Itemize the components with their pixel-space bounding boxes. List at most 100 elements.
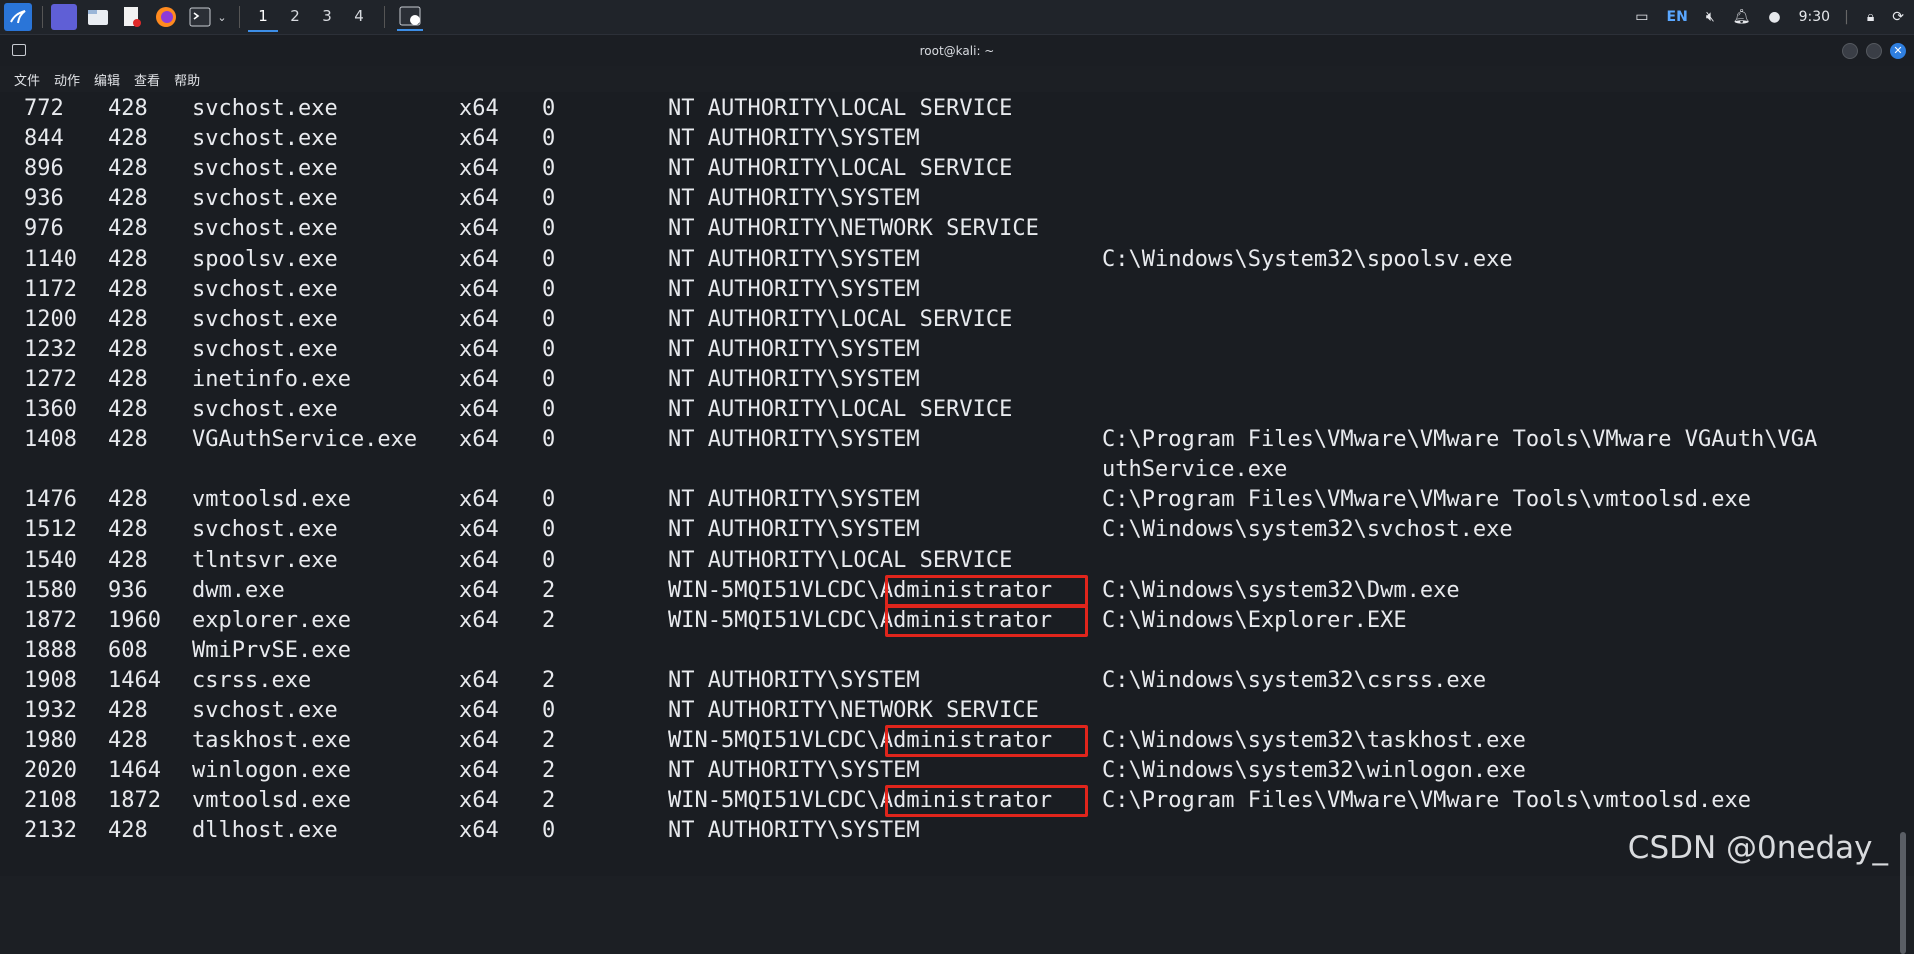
ppid: 428	[108, 517, 148, 543]
user: NT AUTHORITY\SYSTEM	[668, 366, 920, 392]
chevron-down-icon[interactable]: ⌄	[215, 4, 229, 30]
session: 0	[542, 306, 556, 332]
mute-icon[interactable]: 🔇︎	[1706, 9, 1715, 25]
notification-bell-icon[interactable]: 🔔︎	[1733, 9, 1751, 25]
ppid: 428	[108, 96, 148, 121]
user: NT AUTHORITY\SYSTEM	[668, 818, 920, 844]
pid: 1908	[24, 667, 77, 693]
pid: 1512	[24, 517, 77, 543]
process-row: 2020 1464 winlogon.exe x64 2 NT AUTHORITY\SYS…	[0, 756, 1914, 786]
pid: 1540	[24, 547, 77, 573]
panel-separator	[42, 6, 43, 28]
pid: 896	[24, 156, 64, 182]
menu-action[interactable]: 动作	[54, 70, 80, 89]
process-row: 2132 428 dllhost.exe x64 0 NT AUTHORITY\SYSTE…	[0, 816, 1914, 846]
workspace-2[interactable]: 2	[280, 2, 310, 32]
files-icon[interactable]	[85, 4, 111, 30]
process-row: 1140 428 spoolsv.exe x64 0 NT AUTHORITY\SYSTE…	[0, 245, 1914, 275]
window-titlebar[interactable]: root@kali: ~ ✕	[0, 35, 1914, 66]
ppid: 936	[108, 577, 148, 603]
process-row: 1360 428 svchost.exe x64 0 NT AUTHORITY\LOCAL…	[0, 395, 1914, 425]
user: NT AUTHORITY\SYSTEM	[668, 427, 920, 453]
scrollbar[interactable]	[1900, 832, 1906, 954]
arch: x64	[459, 667, 499, 693]
terminal-output[interactable]: CSDN @0neday_ 772 428 svchost.exe x64 0 NT AU…	[0, 92, 1914, 954]
user: NT AUTHORITY\SYSTEM	[668, 246, 920, 272]
path: C:\Windows\system32\Dwm.exe	[1102, 577, 1460, 603]
process-row: 1908 1464 csrss.exe x64 2 NT AUTHORITY\SYSTEM…	[0, 666, 1914, 696]
pid: 844	[24, 126, 64, 152]
arch: x64	[459, 246, 499, 272]
clock-time[interactable]: 9:30	[1799, 9, 1830, 25]
arch: x64	[459, 607, 499, 633]
workspace-1[interactable]: 1	[248, 2, 278, 32]
clock-icon[interactable]: ●	[1768, 9, 1780, 25]
session: 0	[542, 96, 556, 121]
window-menu-icon[interactable]	[12, 44, 26, 56]
process-row: 1172 428 svchost.exe x64 0 NT AUTHORITY\SYSTE…	[0, 275, 1914, 305]
pid: 1272	[24, 366, 77, 392]
session: 0	[542, 276, 556, 302]
workspace-4[interactable]: 4	[344, 2, 374, 32]
menu-help[interactable]: 帮助	[174, 70, 200, 89]
arch: x64	[459, 728, 499, 754]
keyboard-layout[interactable]: EN	[1667, 9, 1688, 25]
lock-icon[interactable]: 🔒︎	[1867, 9, 1874, 25]
process-row: 1512 428 svchost.exe x64 0 NT AUTHORITY\SYSTE…	[0, 515, 1914, 545]
session: 0	[542, 547, 556, 573]
kali-menu-icon[interactable]	[4, 3, 32, 31]
process-name: svchost.exe	[192, 276, 338, 302]
process-name: inetinfo.exe	[192, 366, 351, 392]
ppid: 428	[108, 126, 148, 152]
terminal-icon[interactable]	[187, 4, 213, 30]
session: 0	[542, 427, 556, 453]
session: 0	[542, 397, 556, 422]
arch: x64	[459, 698, 499, 723]
workspace-3[interactable]: 3	[312, 2, 342, 32]
path: C:\Windows\system32\svchost.exe	[1102, 517, 1513, 543]
session: 0	[542, 366, 556, 392]
pid: 2132	[24, 818, 77, 844]
maximize-button[interactable]	[1866, 43, 1882, 59]
ppid: 428	[108, 366, 148, 392]
process-row: 1932 428 svchost.exe x64 0 NT AUTHORITY\NETWO…	[0, 696, 1914, 726]
system-tray: ▭ EN 🔇︎ 🔔︎ ● 9:30 | 🔒︎ ⟳	[1635, 0, 1914, 34]
process-name: svchost.exe	[192, 156, 338, 182]
menu-edit[interactable]: 编辑	[94, 70, 120, 89]
minimize-button[interactable]	[1842, 43, 1858, 59]
menu-view[interactable]: 查看	[134, 70, 160, 89]
process-name: svchost.exe	[192, 306, 338, 332]
text-editor-icon[interactable]	[119, 4, 145, 30]
ppid: 428	[108, 698, 148, 723]
close-button[interactable]: ✕	[1890, 43, 1906, 59]
pid: 772	[24, 96, 64, 121]
menu-file[interactable]: 文件	[14, 70, 40, 89]
arch: x64	[459, 336, 499, 362]
process-name: svchost.exe	[192, 698, 338, 723]
terminal-window-task[interactable]	[397, 3, 423, 31]
ppid: 428	[108, 306, 148, 332]
session: 2	[542, 667, 556, 693]
session: 2	[542, 728, 556, 754]
path: C:\Program Files\VMware\VMware Tools\VMw…	[1102, 427, 1818, 453]
arch: x64	[459, 788, 499, 814]
user: NT AUTHORITY\SYSTEM	[668, 276, 920, 302]
user: NT AUTHORITY\SYSTEM	[668, 487, 920, 513]
arch: x64	[459, 156, 499, 182]
session: 0	[542, 156, 556, 182]
pid: 2108	[24, 788, 77, 814]
ppid: 428	[108, 487, 148, 513]
desktop-icon[interactable]	[51, 4, 77, 30]
firefox-icon[interactable]	[153, 4, 179, 30]
arch: x64	[459, 276, 499, 302]
display-icon[interactable]: ▭	[1635, 9, 1648, 25]
path-continuation: uthService.exe	[1102, 457, 1288, 483]
logout-icon[interactable]: ⟳	[1892, 9, 1904, 25]
ppid: 428	[108, 246, 148, 272]
ppid: 608	[108, 637, 148, 663]
arch: x64	[459, 517, 499, 543]
arch: x64	[459, 547, 499, 573]
process-name: svchost.exe	[192, 126, 338, 152]
arch: x64	[459, 186, 499, 212]
pid: 1580	[24, 577, 77, 603]
